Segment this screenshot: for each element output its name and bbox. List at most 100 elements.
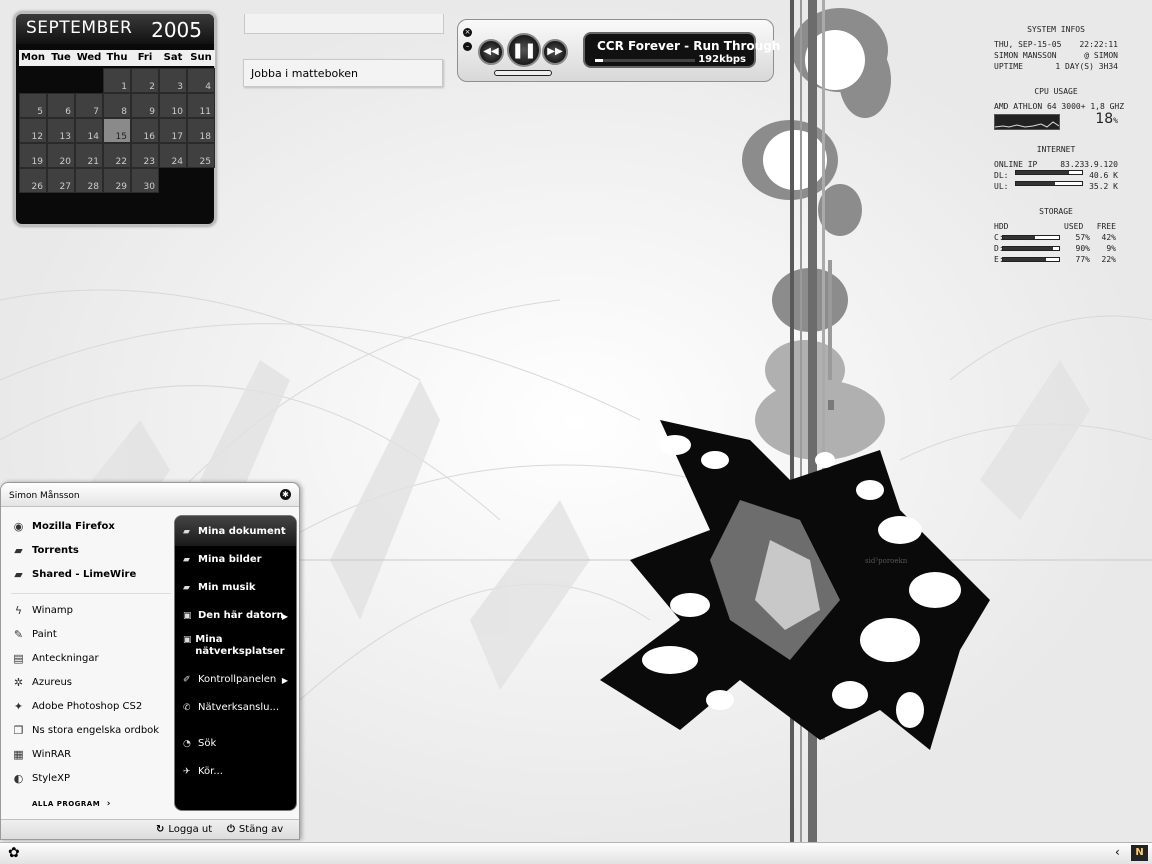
folder-icon: ▰ xyxy=(14,544,23,557)
cpu-graph-line xyxy=(994,121,1060,128)
calendar-day[interactable]: 14 xyxy=(75,118,103,143)
calendar-day[interactable]: 16 xyxy=(131,118,159,143)
calendar-day[interactable]: 30 xyxy=(131,168,159,193)
calendar-day[interactable]: 23 xyxy=(131,143,159,168)
note-widget[interactable]: Jobba i matteboken xyxy=(243,59,443,87)
system-info-widget: SYSTEM INFOS THU, SEP-15-05 22:22:11 SIMO… xyxy=(994,24,1124,279)
run-icon: ✈ xyxy=(183,767,191,777)
calendar-day[interactable]: 27 xyxy=(47,168,75,193)
calendar-day[interactable]: 1 xyxy=(103,68,131,93)
calendar-day[interactable]: 28 xyxy=(75,168,103,193)
calendar-day-today[interactable]: 15 xyxy=(103,118,131,143)
calendar-day[interactable]: 25 xyxy=(187,143,215,168)
computer-icon: ▣ xyxy=(183,611,192,621)
calendar-day[interactable]: 17 xyxy=(159,118,187,143)
calendar-day[interactable]: 21 xyxy=(75,143,103,168)
calendar-day[interactable]: 18 xyxy=(187,118,215,143)
drive-free: 9% xyxy=(1106,244,1116,253)
track-progress-bar[interactable] xyxy=(595,59,695,62)
drive-used: 77% xyxy=(1075,255,1090,264)
calendar-day[interactable]: 13 xyxy=(47,118,75,143)
next-track-button[interactable]: ▶▶ xyxy=(542,39,568,65)
calendar-day[interactable]: 9 xyxy=(131,93,159,118)
system-info-header: SYSTEM INFOS xyxy=(1027,25,1085,34)
recent-program-item[interactable]: ✲ Azureus xyxy=(11,675,72,690)
calendar-day[interactable]: 24 xyxy=(159,143,187,168)
calendar-day[interactable]: 11 xyxy=(187,93,215,118)
places-item[interactable]: ▰ Mina dokument xyxy=(183,526,286,538)
tray-app-icon[interactable]: N xyxy=(1131,845,1148,861)
upload-rate: 35.2 K xyxy=(1089,182,1118,191)
cpu-usage-header: CPU USAGE xyxy=(1034,87,1078,96)
calendar-blank-cell xyxy=(75,68,103,93)
places-item[interactable]: ▰ Mina bilder xyxy=(183,554,262,566)
all-programs-button[interactable]: ALLA PROGRAM › xyxy=(32,799,111,809)
calendar-day[interactable]: 12 xyxy=(19,118,47,143)
recent-program-item[interactable]: ✎ Paint xyxy=(11,627,57,642)
calendar-weekday: Mon xyxy=(21,52,45,63)
user-settings-icon[interactable]: ✱ xyxy=(280,489,291,500)
log-off-button[interactable]: ↻ Logga ut xyxy=(156,824,212,835)
calendar-weekday: Sat xyxy=(163,52,183,63)
calendar-day[interactable]: 8 xyxy=(103,93,131,118)
calendar-day[interactable]: 5 xyxy=(19,93,47,118)
places-item[interactable]: ✆ Nätverksanslu... xyxy=(183,702,279,714)
note-widget-empty[interactable] xyxy=(244,14,444,34)
calendar-day[interactable]: 7 xyxy=(75,93,103,118)
calendar-day[interactable]: 20 xyxy=(47,143,75,168)
tray-expand-chevron-icon[interactable]: ‹ xyxy=(1115,845,1120,859)
pinned-program-item[interactable]: ◉ Mozilla Firefox xyxy=(11,519,115,534)
calendar-day[interactable]: 26 xyxy=(19,168,47,193)
program-label: StyleXP xyxy=(32,773,70,784)
calendar-day[interactable]: 10 xyxy=(159,93,187,118)
places-item[interactable]: ▣ Mina nätverksplatser xyxy=(183,634,288,658)
download-rate: 40.6 K xyxy=(1089,171,1118,180)
shut-down-button[interactable]: ⏻ Stäng av xyxy=(227,824,283,835)
notepad-icon: ▤ xyxy=(13,652,24,665)
menu-separator xyxy=(11,593,171,594)
storage-header: STORAGE xyxy=(1039,207,1073,216)
places-item[interactable]: ◔ Sök xyxy=(183,738,216,750)
calendar-day[interactable]: 22 xyxy=(103,143,131,168)
recent-program-item[interactable]: ✦ Adobe Photoshop CS2 xyxy=(11,699,142,714)
uptime-label: UPTIME xyxy=(994,62,1023,71)
places-item[interactable]: ✐ Kontrollpanelen xyxy=(183,674,276,686)
storage-drive-row: C: 57% 42% xyxy=(994,232,1118,243)
places-item[interactable]: ▣ Den här datorn xyxy=(183,610,284,622)
places-item[interactable]: ✈ Kör... xyxy=(183,766,223,778)
storage-column-headers: HDD USED FREE xyxy=(994,221,1118,232)
program-label: Anteckningar xyxy=(32,653,99,664)
calendar-day[interactable]: 3 xyxy=(159,68,187,93)
recent-program-item[interactable]: ▦ WinRAR xyxy=(11,747,71,762)
log-off-icon: ↻ xyxy=(156,824,165,835)
system-time: 22:22:11 xyxy=(1079,40,1118,49)
start-button[interactable]: ✿ xyxy=(8,845,20,861)
drive-usage-fill xyxy=(1003,247,1054,250)
places-label: Kör... xyxy=(198,766,223,777)
pinned-program-item[interactable]: ▰ Torrents xyxy=(11,543,79,558)
player-minimize-icon[interactable]: – xyxy=(463,42,472,51)
start-menu: Simon Månsson ✱ ◉ Mozilla Firefox ▰ Torrent… xyxy=(0,482,300,840)
player-close-icon[interactable]: × xyxy=(463,28,472,37)
track-progress-fill xyxy=(595,59,603,62)
places-item[interactable]: ▰ Min musik xyxy=(183,582,256,594)
drive-usage-bar xyxy=(1002,246,1060,251)
calendar-day[interactable]: 29 xyxy=(103,168,131,193)
calendar-day[interactable]: 6 xyxy=(47,93,75,118)
previous-track-button[interactable]: ◀◀ xyxy=(478,39,504,65)
places-label: Mina dokument xyxy=(198,526,286,537)
recent-program-item[interactable]: ϟ Winamp xyxy=(11,603,73,618)
recent-program-item[interactable]: ▤ Anteckningar xyxy=(11,651,99,666)
recent-program-item[interactable]: ◐ StyleXP xyxy=(11,771,70,786)
volume-slider[interactable] xyxy=(494,70,552,76)
ip-label: ONLINE IP xyxy=(994,160,1038,169)
calendar-day[interactable]: 2 xyxy=(131,68,159,93)
start-menu-places-panel: ▰ Mina dokument ▰ Mina bilder ▰ Min musik ▣ Den… xyxy=(174,515,297,811)
storage-drive-row: D: 90% 9% xyxy=(994,243,1118,254)
recent-program-item[interactable]: ❐ Ns stora engelska ordbok xyxy=(11,723,160,738)
calendar-day[interactable]: 19 xyxy=(19,143,47,168)
pinned-program-item[interactable]: ▰ Shared - LimeWire xyxy=(11,567,136,582)
cpu-percent: 18 xyxy=(1095,111,1114,127)
calendar-day[interactable]: 4 xyxy=(187,68,215,93)
pause-button[interactable]: ❚❚ xyxy=(507,33,541,67)
